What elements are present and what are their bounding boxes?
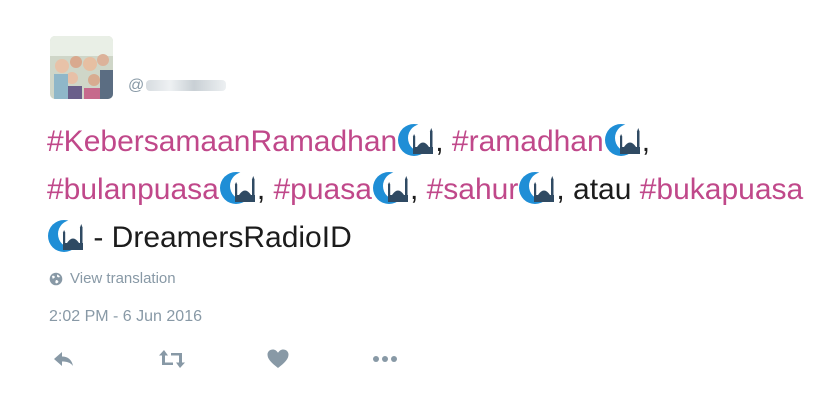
hashtag-link[interactable]: #puasa [274,173,372,206]
hashtag-link[interactable]: #bulanpuasa [47,173,219,206]
like-icon [267,349,289,368]
crescent-mosque-emoji [219,172,257,204]
tweet-text: #KebersamaanRamadhan, #ramadhan, #bulanp… [47,118,807,262]
tweet-text-fragment: , [435,125,452,158]
hashtag-link[interactable]: #sahur [427,173,519,206]
more-button[interactable] [372,347,398,376]
tweet-text-fragment: , [641,125,651,158]
hashtag-link[interactable]: #ramadhan [452,125,604,158]
more-icon [373,356,397,362]
globe-icon [49,272,63,285]
tweet-text-fragment: , [256,173,274,206]
hashtag-link[interactable]: #bukapuasa [640,173,803,206]
crescent-mosque-emoji [48,220,85,252]
crescent-mosque-emoji [519,172,557,204]
tweet-text-fragment: , atau [556,173,640,206]
author-handle[interactable]: @ [128,77,227,95]
tweet-text-fragment: - DreamersRadioID [85,221,352,254]
redacted-username [146,80,227,92]
view-translation-link[interactable]: View translation [49,270,176,287]
like-button[interactable] [266,347,290,376]
tweet-timestamp[interactable]: 2:02 PM - 6 Jun 2016 [49,308,202,326]
avatar[interactable] [50,36,113,99]
tweet-text-fragment: , [409,173,427,206]
handle-prefix: @ [128,77,145,94]
reply-icon [54,352,73,366]
crescent-mosque-emoji [372,172,410,204]
retweet-button[interactable] [158,347,186,376]
retweet-icon [159,350,185,368]
tweet-actions [0,347,840,375]
reply-button[interactable] [52,347,76,376]
crescent-mosque-emoji [604,124,642,156]
hashtag-link[interactable]: #KebersamaanRamadhan [47,125,397,158]
crescent-mosque-emoji [398,124,436,156]
view-translation-label: View translation [70,270,176,287]
